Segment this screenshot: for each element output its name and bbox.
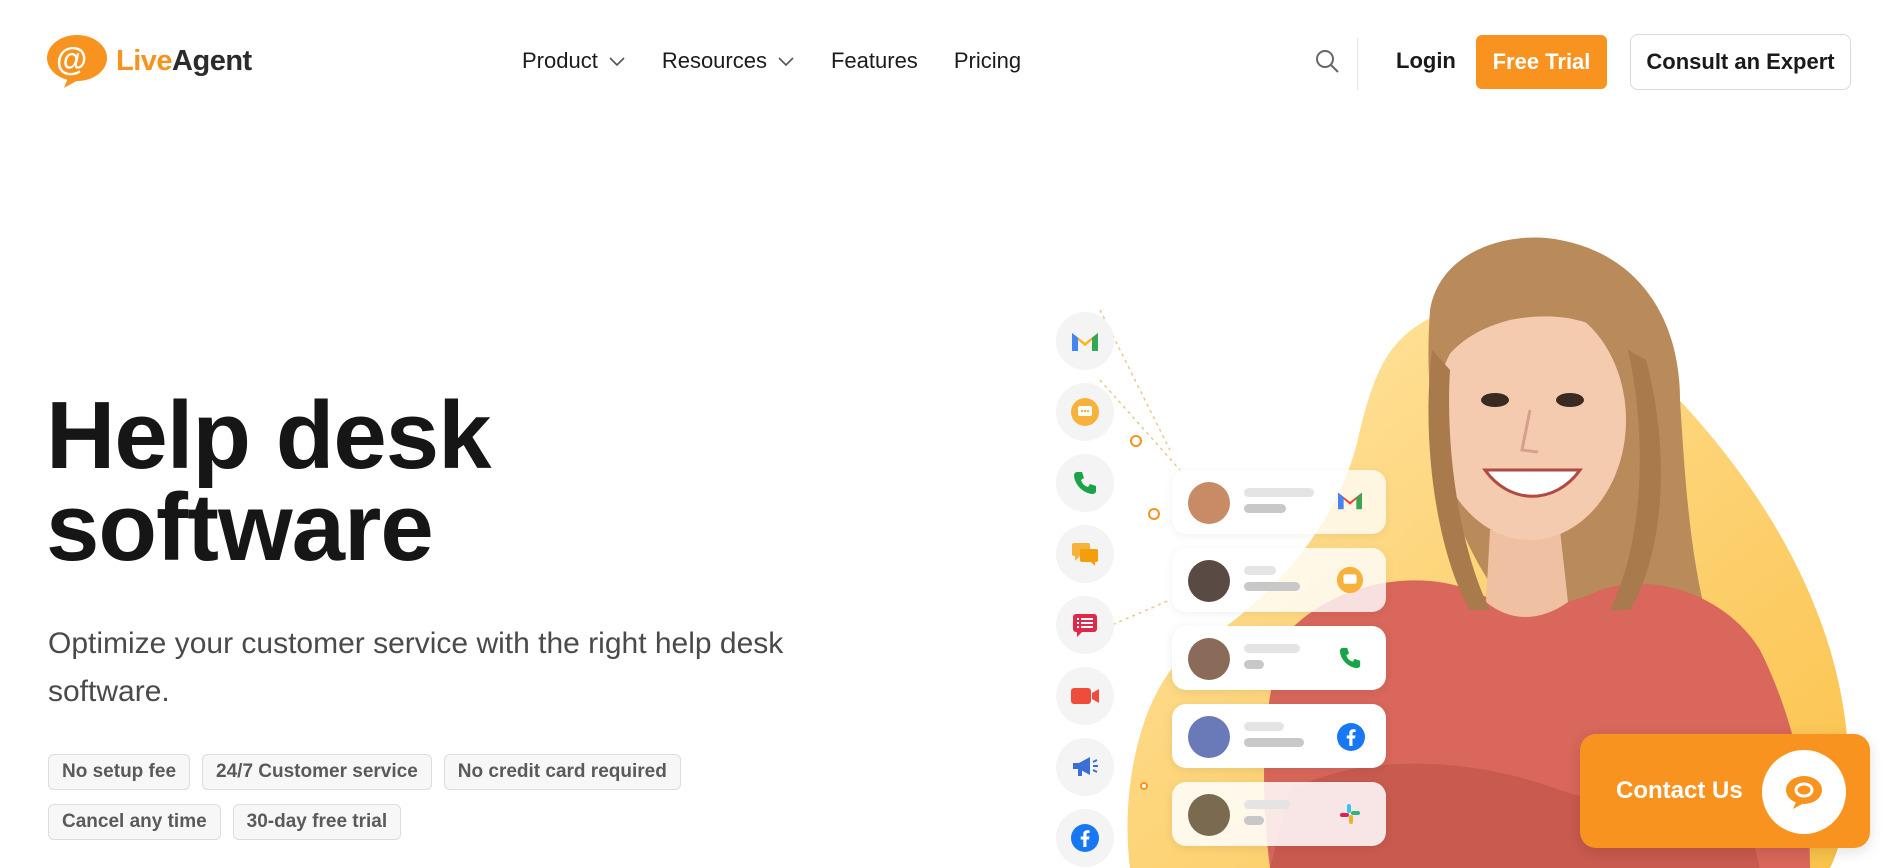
- conversation-card: [1172, 782, 1386, 846]
- contact-us-widget[interactable]: Contact Us: [1580, 734, 1870, 848]
- phone-icon: [1338, 646, 1362, 675]
- chat-icon: [1056, 383, 1114, 441]
- header-divider: [1357, 38, 1358, 90]
- avatar: [1188, 482, 1230, 524]
- search-icon[interactable]: [1314, 48, 1340, 74]
- badge-no-setup-fee: No setup fee: [48, 754, 191, 790]
- feature-badges-row-1: No setup fee 24/7 Customer service No cr…: [48, 754, 768, 790]
- badge-cancel-any-time: Cancel any time: [48, 804, 221, 840]
- person-neck: [1486, 530, 1568, 617]
- logo-wordmark: LiveAgent: [116, 45, 252, 78]
- logo-text-agent: Agent: [172, 44, 252, 77]
- nav-item-label: Features: [830, 48, 918, 73]
- contact-us-label: Contact Us: [1616, 777, 1743, 804]
- nav-item-pricing[interactable]: Pricing: [954, 48, 1021, 74]
- conversation-card: [1172, 548, 1386, 612]
- main-nav: Product Resources Features Pricing: [522, 48, 1057, 74]
- feature-badges-row-2: Cancel any time 30-day free trial: [48, 804, 402, 840]
- messenger-icon: [1056, 525, 1114, 583]
- consult-expert-button[interactable]: Consult an Expert: [1630, 34, 1851, 90]
- badge-no-credit-card: No credit card required: [443, 754, 681, 790]
- site-header: @ LiveAgent Product Resources Features P…: [0, 0, 1892, 120]
- channel-icons: [1056, 312, 1114, 867]
- badge-customer-service: 24/7 Customer service: [202, 754, 432, 790]
- chevron-down-icon: [609, 57, 625, 67]
- form-icon: [1056, 596, 1114, 654]
- slack-icon: [1338, 802, 1362, 831]
- conversation-card: [1172, 626, 1386, 690]
- hero-subtitle: Optimize your customer service with the …: [48, 627, 784, 708]
- badge-free-trial: 30-day free trial: [232, 804, 402, 840]
- nav-item-label: Pricing: [953, 48, 1022, 73]
- logo-speech-bubble-icon: @: [46, 34, 108, 88]
- login-link[interactable]: Login: [1396, 48, 1456, 74]
- chat-bubble-icon[interactable]: [1762, 750, 1846, 834]
- nav-item-label: Product: [522, 48, 598, 73]
- gmail-icon: [1336, 489, 1364, 516]
- avatar: [1188, 560, 1230, 602]
- gmail-icon: [1056, 312, 1114, 370]
- conversation-cards: [1172, 470, 1388, 846]
- hero-title-line-1: Help desk: [46, 382, 492, 489]
- chat-icon: [1336, 566, 1364, 599]
- conversation-card: [1172, 704, 1386, 768]
- nav-item-resources[interactable]: Resources: [662, 48, 795, 74]
- avatar: [1188, 638, 1230, 680]
- logo-text-live: Live: [116, 44, 173, 77]
- nav-item-product[interactable]: Product: [522, 48, 626, 74]
- video-icon: [1056, 667, 1114, 725]
- megaphone-icon: [1056, 738, 1114, 796]
- free-trial-button[interactable]: Free Trial: [1476, 35, 1607, 89]
- nav-item-features[interactable]: Features: [831, 48, 918, 74]
- hero-title: Help desk software: [46, 388, 492, 576]
- svg-text:@: @: [56, 41, 87, 77]
- hero-title-line-2: software: [46, 474, 434, 581]
- facebook-icon: [1336, 722, 1366, 757]
- conversation-card: [1172, 470, 1386, 534]
- avatar: [1188, 794, 1230, 836]
- facebook-icon: [1056, 809, 1114, 867]
- chevron-down-icon: [778, 57, 794, 67]
- phone-icon: [1056, 454, 1114, 512]
- nav-item-label: Resources: [661, 48, 767, 73]
- liveagent-logo[interactable]: @ LiveAgent: [46, 34, 252, 88]
- avatar: [1188, 716, 1230, 758]
